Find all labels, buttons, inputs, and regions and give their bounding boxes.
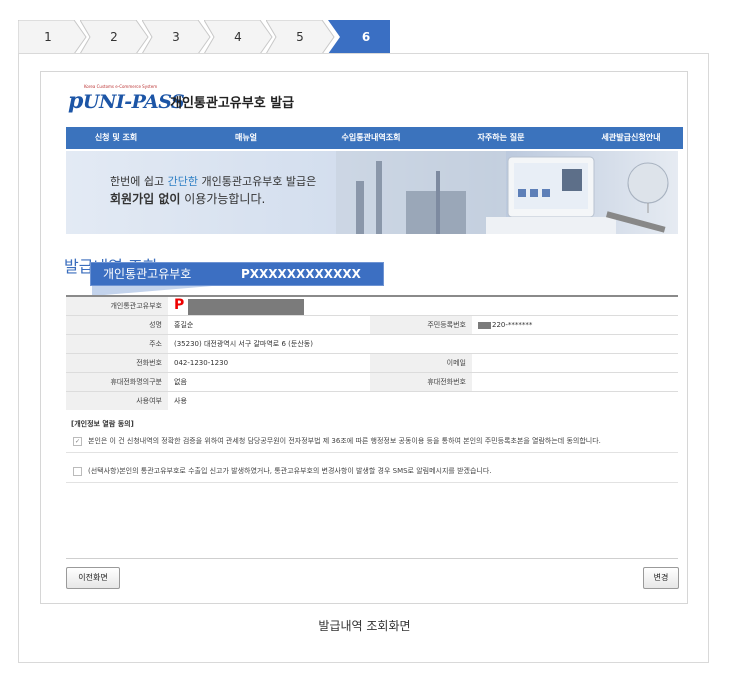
step-6-active: 6 — [328, 20, 400, 54]
table-row: 사용여부 사용 — [66, 391, 678, 410]
divider — [66, 482, 678, 483]
site-title: 개인통관고유부호 발급 — [170, 96, 295, 111]
phone-value: 042-1230-1230 — [168, 353, 370, 373]
name-value: 홍길순 — [168, 315, 370, 335]
unipass-logo: pUNI-PASS — [68, 88, 185, 114]
nav-item-customs-guide[interactable]: 세관발급신청안내 — [581, 127, 681, 149]
prev-screen-button[interactable]: 이전화면 — [66, 567, 120, 589]
consent-item-optional: (선택사항)본인의 통관고유부호로 수출입 신고가 발생하였거나, 통관고유부호… — [73, 466, 492, 476]
sms-consent-checkbox[interactable] — [73, 466, 82, 476]
table-row: 휴대전화명의구분 없음 휴대전화번호 — [66, 372, 678, 392]
table-row: 개인통관고유부호 P — [66, 295, 678, 316]
address-value: (35230) 대전광역시 서구 갈마역로 6 (둔산동) — [168, 334, 678, 354]
nav-item-import-history[interactable]: 수입통관내역조회 — [321, 127, 421, 149]
rrn-value-cell: 220-******* — [472, 315, 678, 335]
nav-item-manual[interactable]: 매뉴얼 — [196, 127, 296, 149]
banner-illustration — [336, 151, 669, 234]
callout-label: 개인통관고유부호 — [103, 267, 192, 281]
table-row: 성명 홍길순 주민등록번호 220-******* — [66, 315, 678, 335]
callout-value: PXXXXXXXXXXXX — [241, 267, 361, 281]
cell-label: 개인통관고유부호 — [66, 295, 168, 316]
code-callout: 개인통관고유부호 PXXXXXXXXXXXX — [90, 262, 384, 286]
divider — [66, 558, 678, 559]
table-row: 전화번호 042-1230-1230 이메일 — [66, 353, 678, 373]
change-button[interactable]: 변경 — [643, 567, 679, 589]
divider — [66, 452, 678, 453]
redacted-code — [188, 299, 305, 315]
consent-checkbox-checked[interactable]: ✓ — [73, 436, 82, 446]
banner-line-2: 회원가입 없이 이용가능합니다. — [110, 192, 266, 206]
code-value-cell: P — [168, 295, 678, 316]
redacted-rrn — [478, 321, 491, 329]
mobile-type-value: 없음 — [168, 372, 370, 392]
use-status-value: 사용 — [174, 397, 187, 405]
nav-item-faq[interactable]: 자주하는 질문 — [451, 127, 551, 149]
consent-item-required: ✓ 본인은 이 건 신청내역의 정확한 검증을 위하여 관세청 담당공무원이 전자… — [73, 436, 601, 446]
mobile-value — [472, 372, 678, 392]
consent-title: [개인정보 열람 동의] — [71, 420, 134, 428]
main-nav: 신청 및 조회 매뉴얼 수입통관내역조회 자주하는 질문 세관발급신청안내 — [66, 127, 683, 149]
promo-banner: 한번에 쉽고 간단한 개인통관고유부호 발급은 회원가입 없이 이용가능합니다. — [66, 151, 678, 234]
step-indicator: 1 2 3 4 5 6 — [18, 20, 390, 54]
banner-line-1: 한번에 쉽고 간단한 개인통관고유부호 발급은 — [110, 175, 317, 188]
nav-item-apply-inquiry[interactable]: 신청 및 조회 — [66, 127, 166, 149]
email-value — [472, 353, 678, 373]
table-row: 주소 (35230) 대전광역시 서구 갈마역로 6 (둔산동) — [66, 334, 678, 354]
issuance-detail-table: 개인통관고유부호 P 성명 홍길순 주민등록번호 220-******* 주소 … — [66, 295, 678, 410]
figure-caption: 발급내역 조회화면 — [318, 619, 411, 633]
